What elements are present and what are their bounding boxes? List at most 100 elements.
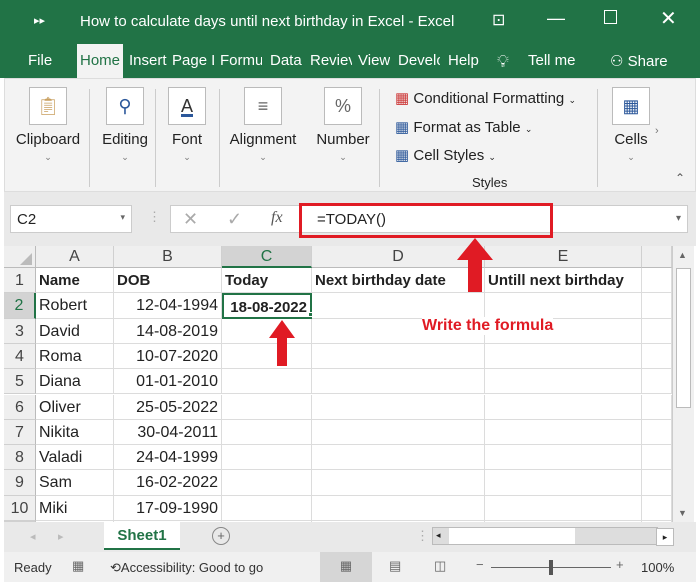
tab-formulas[interactable]: Formu bbox=[220, 52, 262, 69]
cell-F9[interactable] bbox=[642, 470, 672, 496]
row-header[interactable]: 1 bbox=[4, 268, 36, 294]
cell-C9[interactable] bbox=[222, 470, 312, 496]
cell-F6[interactable] bbox=[642, 394, 672, 420]
zoom-level[interactable]: 100% bbox=[641, 560, 674, 575]
cell-B5[interactable]: 01-01-2010 bbox=[114, 369, 222, 395]
row-header[interactable]: 6 bbox=[4, 394, 36, 420]
zoom-slider[interactable] bbox=[491, 560, 611, 575]
cell-C4[interactable] bbox=[222, 343, 312, 370]
minimize-icon[interactable]: — bbox=[547, 8, 565, 29]
row-header[interactable]: 7 bbox=[4, 419, 36, 446]
cell-C3[interactable] bbox=[222, 318, 312, 344]
cell-D2[interactable] bbox=[312, 293, 485, 319]
sheet-tab-sheet1[interactable]: Sheet1 bbox=[104, 522, 180, 550]
cell-F1[interactable] bbox=[642, 268, 672, 294]
share-button[interactable]: ⚇ Share bbox=[610, 52, 668, 70]
row-header[interactable]: 3 bbox=[4, 318, 36, 344]
cell-D4[interactable] bbox=[312, 343, 485, 370]
cell-C8[interactable] bbox=[222, 445, 312, 471]
cell-E6[interactable] bbox=[485, 394, 642, 420]
cell-A5[interactable]: Diana bbox=[36, 369, 114, 395]
prev-sheet-icon[interactable]: ◂ bbox=[30, 530, 36, 543]
close-icon[interactable]: ✕ bbox=[660, 6, 677, 31]
cell-B6[interactable]: 25-05-2022 bbox=[114, 394, 222, 420]
expand-formula-icon[interactable]: ▾ bbox=[676, 213, 681, 224]
page-break-view-icon[interactable]: ◫ bbox=[434, 558, 446, 574]
column-header-f[interactable] bbox=[642, 246, 672, 268]
row-header[interactable]: 2 bbox=[4, 293, 36, 319]
tab-insert[interactable]: Insert bbox=[129, 52, 167, 69]
accessibility-status[interactable]: ⟲Accessibility: Good to go bbox=[110, 560, 263, 576]
cell-styles-button[interactable]: ▦ Cell Styles ⌄ bbox=[395, 146, 496, 164]
tab-review[interactable]: Reviev bbox=[310, 52, 352, 69]
collapse-ribbon-icon[interactable]: ⌃ bbox=[675, 171, 685, 185]
fill-handle[interactable] bbox=[308, 312, 313, 317]
cell-F2[interactable] bbox=[642, 293, 672, 319]
tab-file[interactable]: File bbox=[28, 52, 52, 69]
format-as-table-button[interactable]: ▦ Format as Table ⌄ bbox=[395, 118, 532, 136]
cell-B3[interactable]: 14-08-2019 bbox=[114, 318, 222, 344]
cell-A8[interactable]: Valadi bbox=[36, 445, 114, 471]
cell-B2[interactable]: 12-04-1994 bbox=[114, 293, 222, 319]
tab-view[interactable]: View bbox=[358, 52, 390, 69]
cell-B1[interactable]: DOB bbox=[114, 268, 222, 294]
tab-data[interactable]: Data bbox=[270, 52, 302, 69]
cell-D7[interactable] bbox=[312, 419, 485, 446]
cell-E4[interactable] bbox=[485, 343, 642, 370]
cell-C5[interactable] bbox=[222, 369, 312, 395]
chevron-right-icon[interactable]: › bbox=[655, 125, 659, 137]
cell-B10[interactable]: 17-09-1990 bbox=[114, 495, 222, 521]
cell-D6[interactable] bbox=[312, 394, 485, 420]
cell-C10[interactable] bbox=[222, 495, 312, 521]
row-header[interactable]: 4 bbox=[4, 343, 36, 370]
cell-E10[interactable] bbox=[485, 495, 642, 521]
tell-me[interactable]: Tell me bbox=[528, 52, 576, 69]
row-header[interactable]: 8 bbox=[4, 445, 36, 471]
maximize-icon[interactable] bbox=[604, 10, 617, 24]
next-sheet-icon[interactable]: ▸ bbox=[58, 530, 64, 543]
column-header-e[interactable]: E bbox=[485, 246, 642, 268]
cell-E7[interactable] bbox=[485, 419, 642, 446]
column-header-c[interactable]: C bbox=[222, 246, 312, 268]
scroll-left-icon[interactable]: ◂ bbox=[436, 530, 441, 541]
chevron-down-icon[interactable]: ▾ bbox=[120, 212, 125, 223]
cell-B4[interactable]: 10-07-2020 bbox=[114, 343, 222, 370]
cell-D5[interactable] bbox=[312, 369, 485, 395]
cell-B9[interactable]: 16-02-2022 bbox=[114, 470, 222, 496]
tab-page-layout[interactable]: Page L bbox=[172, 52, 214, 69]
vertical-scrollbar[interactable]: ▲ ▼ bbox=[672, 246, 694, 522]
alignment-group[interactable]: ≡ Alignment ⌄ bbox=[225, 87, 301, 163]
cells-group[interactable]: ▦ Cells ⌄ bbox=[609, 87, 653, 163]
ribbon-display-icon[interactable]: ⊡ bbox=[492, 10, 505, 30]
tab-help[interactable]: Help bbox=[448, 52, 479, 69]
macro-icon[interactable]: ▦ bbox=[72, 558, 84, 574]
cell-F5[interactable] bbox=[642, 369, 672, 395]
scroll-right-icon[interactable]: ▸ bbox=[656, 528, 674, 546]
cell-A7[interactable]: Nikita bbox=[36, 419, 114, 446]
cell-B8[interactable]: 24-04-1999 bbox=[114, 445, 222, 471]
font-group[interactable]: A Font ⌄ bbox=[160, 87, 214, 163]
number-group[interactable]: % Number ⌄ bbox=[315, 87, 371, 163]
cell-A1[interactable]: Name bbox=[36, 268, 114, 294]
cell-A6[interactable]: Oliver bbox=[36, 394, 114, 420]
cell-D9[interactable] bbox=[312, 470, 485, 496]
scroll-up-icon[interactable]: ▲ bbox=[678, 250, 687, 260]
name-box[interactable]: C2 ▾ bbox=[10, 205, 132, 233]
scrollbar-thumb[interactable] bbox=[676, 268, 691, 408]
cell-A10[interactable]: Miki bbox=[36, 495, 114, 521]
tab-developer[interactable]: Develo bbox=[398, 52, 440, 69]
cell-E2[interactable] bbox=[485, 293, 642, 319]
enter-icon[interactable]: ✓ bbox=[227, 209, 242, 230]
cell-C6[interactable] bbox=[222, 394, 312, 420]
scroll-down-icon[interactable]: ▼ bbox=[678, 508, 687, 518]
cell-A9[interactable]: Sam bbox=[36, 470, 114, 496]
editing-group[interactable]: ⚲ Editing ⌄ bbox=[95, 87, 155, 163]
cancel-icon[interactable]: ✕ bbox=[183, 209, 198, 230]
cell-D8[interactable] bbox=[312, 445, 485, 471]
conditional-formatting-button[interactable]: ▦ Conditional Formatting ⌄ bbox=[395, 89, 576, 107]
cell-C7[interactable] bbox=[222, 419, 312, 446]
cell-C2[interactable]: 18-08-2022 bbox=[222, 293, 312, 319]
column-header-a[interactable]: A bbox=[36, 246, 114, 268]
row-header[interactable]: 5 bbox=[4, 369, 36, 395]
insert-function-icon[interactable]: fx bbox=[271, 209, 283, 227]
